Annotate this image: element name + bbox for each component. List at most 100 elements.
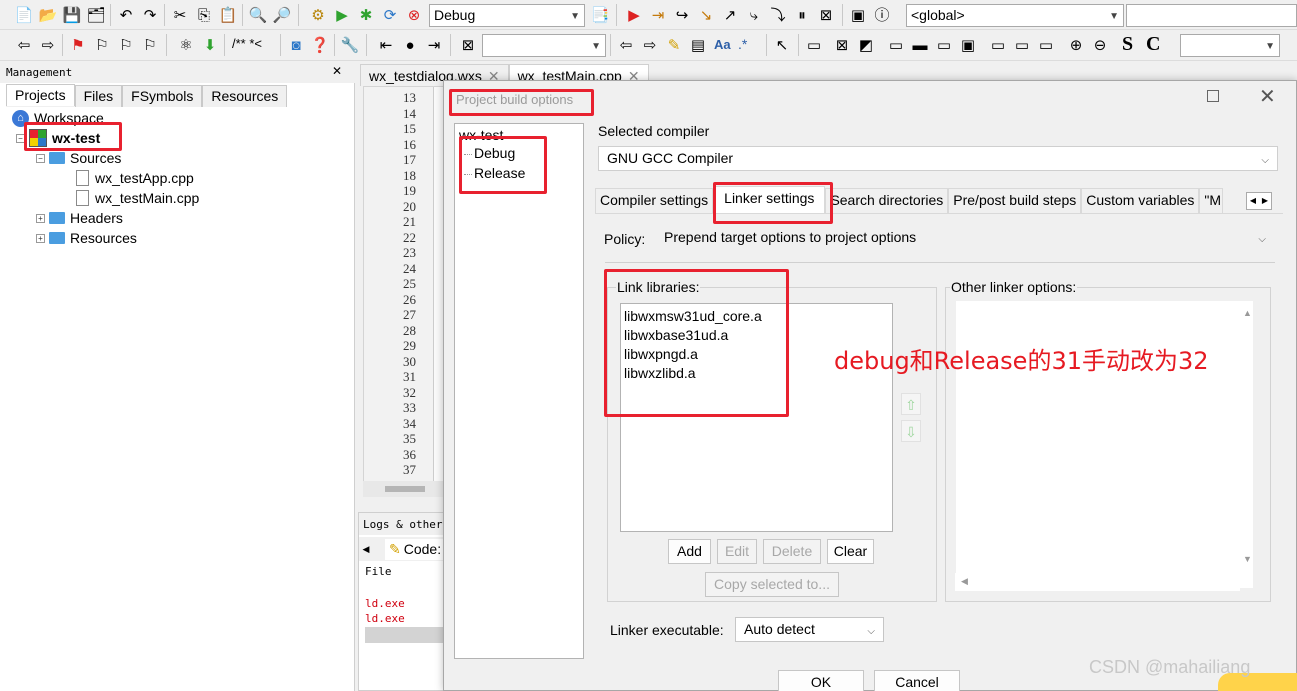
tree-resources[interactable]: + Resources [36,228,137,248]
next-line-icon[interactable]: ↪ [672,5,692,25]
pointer-tool-icon[interactable]: ↖ [772,35,792,55]
tab-files[interactable]: Files [74,85,123,107]
tab-resources[interactable]: Resources [202,85,288,107]
search-prev-icon[interactable]: ⇦ [616,35,636,55]
close-icon[interactable]: ✕ [1259,84,1276,109]
tree-workspace[interactable]: ⌂ Workspace [12,108,104,128]
clear-search-icon[interactable]: ⊠ [458,35,478,55]
debug-windows-icon[interactable]: ▣ [848,5,868,25]
tab-scroll-right-icon[interactable]: ▶ [1259,193,1271,209]
shape-f-icon[interactable]: ▭ [1012,35,1032,55]
copy-icon[interactable]: ⎘ [194,5,214,25]
collapse-icon[interactable]: − [36,153,45,163]
horizontal-scrollbar[interactable]: ◀ [955,573,1240,591]
add-button[interactable]: Add [668,539,711,564]
pause-icon[interactable]: ⏸ [792,5,812,25]
collapse-icon[interactable]: − [16,133,25,143]
vertical-scrollbar[interactable]: ▲ ▼ [1240,300,1258,571]
s-button[interactable]: S [1122,33,1133,56]
expand-icon[interactable]: + [36,213,45,223]
highlight-icon[interactable]: ✎ [664,35,684,55]
scroll-thumb[interactable] [385,486,425,492]
comment-block-tokens[interactable]: /** *< [232,36,262,51]
copy-selected-button[interactable]: Copy selected to... [705,572,839,597]
bookmark-clear-icon[interactable]: ⚐ [140,35,160,55]
save-all-icon[interactable]: 🗂 [86,5,106,25]
tab-compiler-settings[interactable]: Compiler settings [595,188,714,213]
tab-linker-settings[interactable]: Linker settings [713,186,826,213]
tab-scroll-left-icon[interactable]: ◀ [1247,193,1259,209]
tab-pre-post-build[interactable]: Pre/post build steps [948,188,1082,213]
build-target-select[interactable]: Debug ▼ [429,4,585,27]
help-icon[interactable]: ❓ [310,35,330,55]
undo-icon[interactable]: ↶ [116,5,136,25]
library-item[interactable]: libwxbase31ud.a [621,326,892,345]
bookmark-next-icon[interactable]: ⚐ [116,35,136,55]
replace-icon[interactable]: 🔎 [272,5,292,25]
symbol-select[interactable] [1126,4,1297,27]
close-icon[interactable]: ✕ [332,64,342,78]
scroll-left-icon[interactable]: ◀ [961,576,968,587]
zoom-in-icon[interactable]: ⊕ [1066,35,1086,55]
scroll-down-icon[interactable]: ▼ [1243,554,1252,564]
tree-file[interactable]: wx_testApp.cpp [76,168,194,188]
nav-back-icon[interactable]: ⇦ [14,35,34,55]
wizard-select[interactable]: ▼ [1180,34,1280,57]
policy-select[interactable]: Prepend target options to project option… [655,225,1275,250]
shape-b-icon[interactable]: ▬ [910,35,930,55]
search-next-icon[interactable]: ⇨ [640,35,660,55]
new-file-icon[interactable]: 📄 [14,5,34,25]
debug-info-icon[interactable]: ⓘ [872,5,892,25]
doxyblocks-icon[interactable]: ⚛ [176,35,196,55]
tab-fsymbols[interactable]: FSymbols [122,85,203,107]
jump-forward-icon[interactable]: ⇥ [424,35,444,55]
build-and-run-icon[interactable]: ✱ [356,5,376,25]
tree-file[interactable]: wx_testMain.cpp [76,188,199,208]
scroll-up-icon[interactable]: ▲ [1243,308,1252,318]
paste-icon[interactable]: 📋 [218,5,238,25]
tab-more[interactable]: "M [1199,188,1224,213]
jump-home-icon[interactable]: ● [400,35,420,55]
shape-rect-icon[interactable]: ▭ [804,35,824,55]
build-gear-icon[interactable]: ⚙ [308,5,328,25]
target-debug[interactable]: Debug [474,145,515,161]
doxy-run-icon[interactable]: ⬇ [200,35,220,55]
tab-search-directories[interactable]: Search directories [825,188,949,213]
step-out-icon[interactable]: ↗ [720,5,740,25]
move-down-icon[interactable]: ⇩ [901,420,921,442]
log-row[interactable]: ld.exe [365,597,451,612]
scope-select[interactable]: <global> ▼ [906,4,1124,27]
redo-icon[interactable]: ↷ [140,5,160,25]
bookmark-prev-icon[interactable]: ⚐ [92,35,112,55]
step-into-icon[interactable]: ↘ [696,5,716,25]
shape-c-icon[interactable]: ▭ [934,35,954,55]
step-instruction-icon[interactable]: ⤵ [768,5,788,25]
run-to-cursor-icon[interactable]: ⇥ [648,5,668,25]
shape-g-icon[interactable]: ▭ [1036,35,1056,55]
cut-icon[interactable]: ✂ [170,5,190,25]
link-libraries-list[interactable]: libwxmsw31ud_core.a libwxbase31ud.a libw… [620,303,893,532]
target-release[interactable]: Release [474,165,525,181]
move-up-icon[interactable]: ⇧ [901,393,921,415]
regex-toggle[interactable]: .* [738,36,747,52]
abort-icon[interactable]: ⊗ [404,5,424,25]
code-editor[interactable]: 13 14 15 16 17 18 19 20 21 22 23 24 25 26 27 28 29 30 31 32… [363,86,448,496]
html-help-icon[interactable]: ◙ [286,35,306,55]
open-file-icon[interactable]: 📂 [38,5,58,25]
save-icon[interactable]: 💾 [62,5,82,25]
ok-button[interactable]: OK [778,670,864,691]
target-project[interactable]: wx-test [459,127,503,143]
delete-button[interactable]: Delete [763,539,821,564]
stop-debug-icon[interactable]: ⊠ [816,5,836,25]
expand-icon[interactable]: + [36,233,45,243]
other-linker-textarea[interactable] [955,300,1254,589]
shape-e-icon[interactable]: ▭ [988,35,1008,55]
find-icon[interactable]: 🔍 [248,5,268,25]
jump-back-icon[interactable]: ⇤ [376,35,396,55]
shape-a-icon[interactable]: ▭ [886,35,906,55]
c-button[interactable]: C [1146,33,1160,56]
shape-cross-icon[interactable]: ⊠ [832,35,852,55]
tree-headers[interactable]: + Headers [36,208,123,228]
debug-run-icon[interactable]: ▶ [624,5,644,25]
tree-sources[interactable]: − Sources [36,148,121,168]
